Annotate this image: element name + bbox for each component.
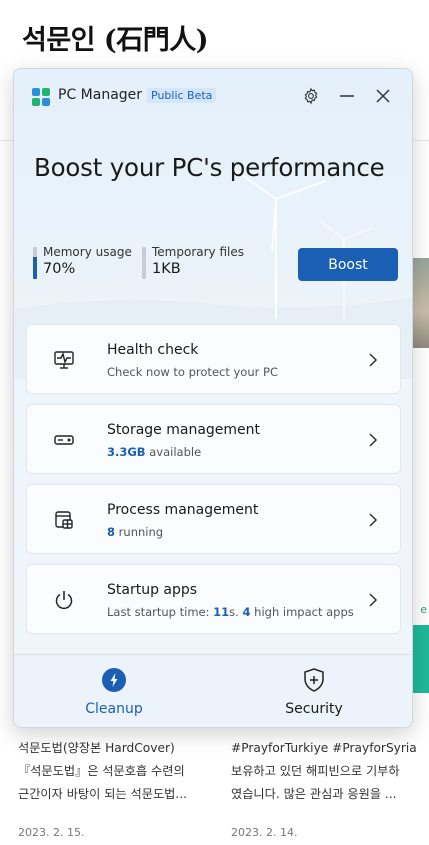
close-button[interactable] [372, 85, 394, 107]
startup-time-unit: s. [229, 605, 243, 619]
minimize-icon [340, 95, 354, 97]
startup-apps-card[interactable]: Startup apps Last startup time: 11s. 4 h… [26, 564, 401, 634]
card-title: Startup apps [107, 582, 198, 598]
card-subtitle: 3.3GB available [107, 445, 201, 459]
post-title[interactable]: 석문도법(양장본 HardCover) [18, 737, 208, 760]
temporary-files-label: Temporary files [152, 245, 244, 259]
thumbnail-edge-text: e [420, 603, 427, 616]
post-excerpt: 근간이자 바탕이 되는 석문도법... [18, 787, 188, 801]
high-impact-count: 4 [242, 605, 251, 619]
card-subtitle: 8 running [107, 525, 163, 539]
nav-cleanup-label: Cleanup [85, 701, 143, 717]
blog-post-card[interactable]: 석문도법(양장본 HardCover) 『석문도법』은 석문호흡 수련의 근간이… [18, 737, 208, 839]
nav-security-label: Security [285, 701, 343, 717]
chevron-right-icon [369, 353, 378, 367]
temporary-files-stat: Temporary files 1KB [142, 245, 244, 281]
post-excerpt: 『석문도법』은 석문호흡 수련의 [18, 764, 185, 778]
chevron-right-icon [369, 433, 378, 447]
page-title: 석문인 (石門人) [22, 25, 208, 56]
storage-management-card[interactable]: Storage management 3.3GB available [26, 404, 401, 474]
card-title: Process management [107, 502, 259, 518]
nav-cleanup[interactable]: Cleanup [14, 655, 214, 727]
post-title[interactable]: #PrayforTurkiye #PrayforSyria [231, 737, 427, 760]
bottom-navigation: Cleanup Security [14, 654, 412, 727]
settings-button[interactable] [300, 85, 322, 107]
memory-usage-stat: Memory usage 70% [33, 245, 132, 281]
storage-available-suffix: available [145, 445, 202, 459]
high-impact-suffix: high impact apps [250, 605, 354, 619]
boost-button[interactable]: Boost [298, 248, 398, 281]
startup-time-value: 11 [213, 605, 230, 619]
chevron-right-icon [369, 593, 378, 607]
card-subtitle: Last startup time: 11s. 4 high impact ap… [107, 605, 354, 619]
storage-available-value: 3.3GB [107, 445, 146, 459]
startup-time-prefix: Last startup time: [107, 605, 214, 619]
close-icon [376, 89, 390, 103]
headline: Boost your PC's performance [34, 153, 385, 182]
chevron-right-icon [369, 513, 378, 527]
process-count: 8 [107, 525, 116, 539]
post-excerpt: 보유하고 있던 해피빈으로 기부하 [231, 764, 400, 778]
pc-manager-logo-icon [32, 88, 50, 106]
power-icon [55, 591, 73, 610]
card-title: Health check [107, 342, 199, 358]
minimize-button[interactable] [336, 85, 358, 107]
memory-usage-bar [33, 247, 37, 279]
cleanup-bolt-icon [102, 668, 126, 692]
post-date: 2023. 2. 15. [18, 826, 85, 839]
memory-usage-label: Memory usage [43, 245, 132, 259]
thumbnail-edge [412, 258, 429, 348]
storage-drive-icon [54, 435, 74, 445]
gear-icon [304, 87, 318, 105]
temporary-files-bar [142, 247, 146, 279]
nav-security[interactable]: Security [214, 655, 412, 727]
card-title: Storage management [107, 422, 261, 438]
process-count-suffix: running [115, 525, 164, 539]
temporary-files-value: 1KB [152, 261, 181, 277]
health-check-card[interactable]: Health check Check now to protect your P… [26, 324, 401, 394]
title-bar: PC Manager Public Beta [14, 83, 412, 111]
blog-post-card[interactable]: #PrayforTurkiye #PrayforSyria 보유하고 있던 해피… [231, 737, 427, 839]
beta-badge: Public Beta [147, 88, 217, 103]
memory-usage-value: 70% [43, 261, 76, 277]
process-window-icon [55, 511, 73, 529]
post-excerpt: 였습니다. 많은 관심과 응원을 ... [231, 787, 397, 801]
card-subtitle: Check now to protect your PC [107, 365, 278, 379]
shield-icon [304, 668, 324, 692]
process-management-card[interactable]: Process management 8 running [26, 484, 401, 554]
app-name: PC Manager [58, 87, 143, 103]
health-check-icon [54, 351, 74, 369]
post-date: 2023. 2. 14. [231, 826, 298, 839]
thumbnail-edge-green [412, 625, 429, 693]
pc-manager-window: PC Manager Public Beta Boost your PC's p… [13, 68, 413, 728]
